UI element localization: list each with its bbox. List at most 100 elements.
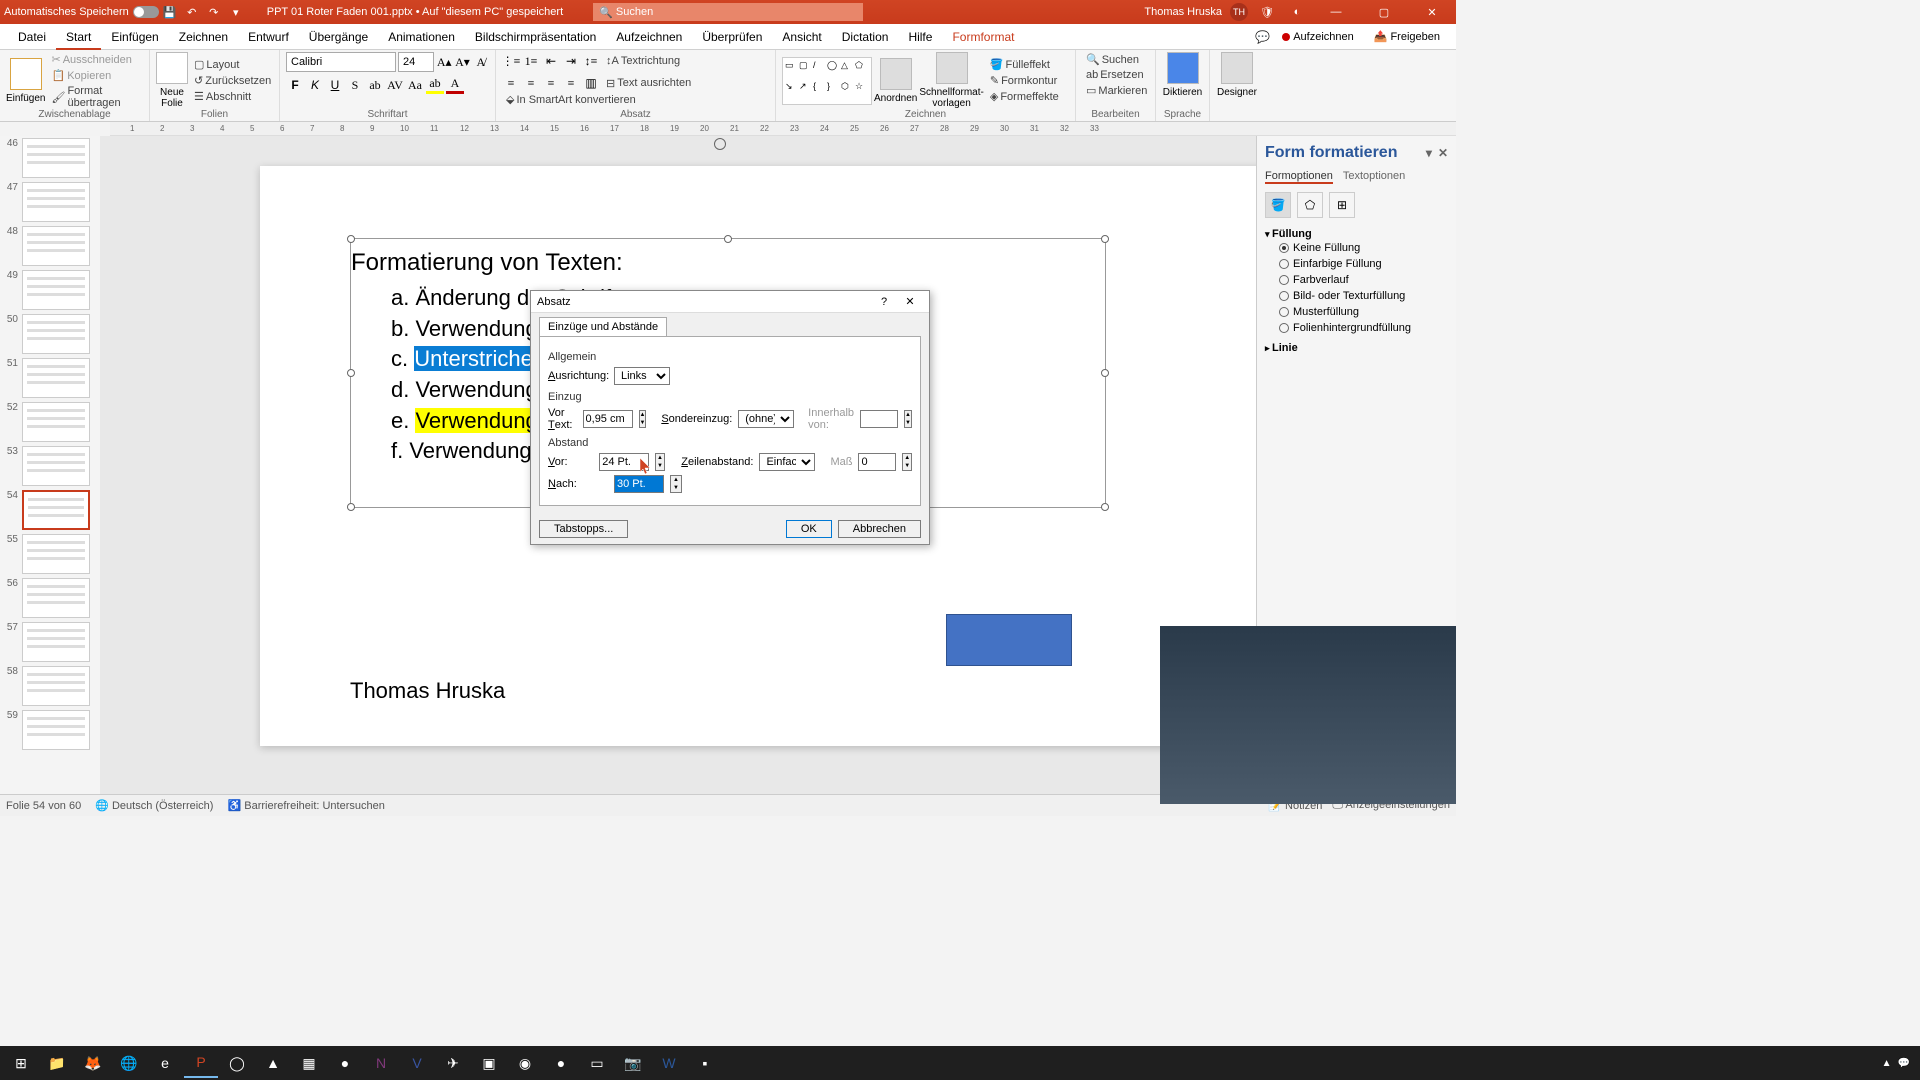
app-icon[interactable]: ◯ — [220, 1048, 254, 1078]
effects-icon[interactable]: ⬠ — [1297, 192, 1323, 218]
fill-section-header[interactable]: Füllung — [1265, 228, 1448, 240]
redo-icon[interactable]: ↷ — [206, 4, 222, 20]
app-icon[interactable]: ▣ — [472, 1048, 506, 1078]
find-button[interactable]: 🔍 Suchen — [1082, 52, 1149, 67]
rotate-handle[interactable] — [714, 138, 726, 150]
cancel-button[interactable]: Abbrechen — [838, 520, 921, 538]
resize-handle[interactable] — [347, 235, 355, 243]
alignment-combo[interactable]: Links — [614, 367, 670, 385]
fill-option-radio[interactable]: Musterfüllung — [1265, 304, 1448, 320]
telegram-icon[interactable]: ✈ — [436, 1048, 470, 1078]
reset-button[interactable]: ↺ Zurücksetzen — [190, 73, 275, 88]
slide-thumbnail[interactable]: 56 — [2, 578, 98, 618]
fill-button[interactable]: 🪣 Fülleffekt — [986, 57, 1063, 72]
tab-aufzeichnen[interactable]: Aufzeichnen — [606, 24, 692, 50]
resize-handle[interactable] — [1101, 369, 1109, 377]
pane-options-icon[interactable]: ▾ — [1426, 146, 1432, 160]
slide-thumbnail[interactable]: 54 — [2, 490, 98, 530]
qat-more-icon[interactable]: ▾ — [228, 4, 244, 20]
before-text-input[interactable] — [583, 410, 633, 428]
columns-button[interactable]: ▥ — [582, 74, 600, 92]
designer-icon[interactable] — [1221, 52, 1253, 84]
spinner[interactable]: ▲▼ — [670, 475, 682, 493]
minimize-button[interactable]: — — [1316, 0, 1356, 24]
highlight-button[interactable]: ab — [426, 76, 444, 94]
app-icon[interactable]: ▭ — [580, 1048, 614, 1078]
line-section-header[interactable]: Linie — [1265, 342, 1448, 354]
slide-thumbnail[interactable]: 51 — [2, 358, 98, 398]
autosave-switch[interactable] — [133, 6, 159, 18]
undo-icon[interactable]: ↶ — [184, 4, 200, 20]
start-button[interactable]: ⊞ — [4, 1048, 38, 1078]
cut-button[interactable]: ✂ Ausschneiden — [47, 52, 143, 67]
slide-thumbnail[interactable]: 49 — [2, 270, 98, 310]
privacy-icon[interactable]: 🛡 — [1259, 4, 1275, 20]
case-button[interactable]: Aa — [406, 76, 424, 94]
fill-option-radio[interactable]: Bild- oder Texturfüllung — [1265, 288, 1448, 304]
slide-thumbnail[interactable]: 48 — [2, 226, 98, 266]
tab-ueberpruefen[interactable]: Überprüfen — [692, 24, 772, 50]
tab-start[interactable]: Start — [56, 24, 101, 50]
line-spacing-combo[interactable]: Einfach — [759, 453, 815, 471]
app-icon[interactable]: ▲ — [256, 1048, 290, 1078]
tray-icon[interactable]: ▲ — [1882, 1058, 1892, 1069]
search-box[interactable]: 🔍 Suchen — [593, 3, 863, 21]
decrease-font-icon[interactable]: A▾ — [454, 53, 470, 71]
resize-handle[interactable] — [1101, 503, 1109, 511]
tab-bildschirm[interactable]: Bildschirmpräsentation — [465, 24, 606, 50]
slide-thumbnail[interactable]: 52 — [2, 402, 98, 442]
onenote-icon[interactable]: N — [364, 1048, 398, 1078]
resize-handle[interactable] — [724, 235, 732, 243]
after-spacing-input[interactable] — [614, 475, 664, 493]
tab-datei[interactable]: Datei — [8, 24, 56, 50]
slide-thumbnail[interactable]: 55 — [2, 534, 98, 574]
fill-option-radio[interactable]: Keine Füllung — [1265, 240, 1448, 256]
close-button[interactable]: ✕ — [1412, 0, 1452, 24]
new-slide-icon[interactable] — [156, 52, 188, 84]
autosave-toggle[interactable]: Automatisches Speichern — [4, 6, 159, 18]
slide-thumbnail[interactable]: 47 — [2, 182, 98, 222]
app-icon[interactable]: ▦ — [292, 1048, 326, 1078]
word-icon[interactable]: W — [652, 1048, 686, 1078]
fill-option-radio[interactable]: Einfarbige Füllung — [1265, 256, 1448, 272]
blue-rectangle-shape[interactable] — [946, 614, 1072, 666]
system-tray[interactable]: ▲ 💬 — [1882, 1058, 1916, 1069]
firefox-icon[interactable]: 🦊 — [76, 1048, 110, 1078]
app-icon[interactable]: 📷 — [616, 1048, 650, 1078]
fill-line-icon[interactable]: 🪣 — [1265, 192, 1291, 218]
slide-thumbnail[interactable]: 53 — [2, 446, 98, 486]
spacing-button[interactable]: AV — [386, 76, 404, 94]
spinner[interactable]: ▲▼ — [639, 410, 647, 428]
maximize-button[interactable]: ▢ — [1364, 0, 1404, 24]
format-painter-button[interactable]: 🖌 Format übertragen — [47, 84, 143, 110]
shapes-gallery[interactable]: ▭▢/◯△⬠ ↘↗{}⬡☆ — [782, 57, 872, 105]
increase-font-icon[interactable]: A▴ — [436, 53, 452, 71]
shadow-button[interactable]: ab — [366, 76, 384, 94]
tabstops-button[interactable]: Tabstopps... — [539, 520, 628, 538]
app-icon[interactable]: ◉ — [508, 1048, 542, 1078]
smartart-button[interactable]: ⬙ In SmartArt konvertieren — [502, 92, 640, 107]
font-size-combo[interactable] — [398, 52, 434, 72]
slide-thumbnail[interactable]: 58 — [2, 666, 98, 706]
size-props-icon[interactable]: ⊞ — [1329, 192, 1355, 218]
align-text-button[interactable]: ⊟ Text ausrichten — [602, 76, 695, 91]
spinner[interactable]: ▲▼ — [902, 453, 912, 471]
tab-einfuegen[interactable]: Einfügen — [101, 24, 168, 50]
arrange-icon[interactable] — [880, 58, 912, 90]
numbering-button[interactable]: 1≡ — [522, 52, 540, 70]
underline-button[interactable]: U — [326, 76, 344, 94]
effects-button[interactable]: ◈ Formeffekte — [986, 89, 1063, 104]
dialog-help-button[interactable]: ? — [871, 296, 897, 308]
subtab-shape-options[interactable]: Formoptionen — [1265, 170, 1333, 184]
tab-dictation[interactable]: Dictation — [832, 24, 899, 50]
freigeben-button[interactable]: 📤 Freigeben — [1366, 28, 1448, 45]
bullets-button[interactable]: ⋮≡ — [502, 52, 520, 70]
tab-ansicht[interactable]: Ansicht — [772, 24, 831, 50]
comments-icon[interactable]: 💬 — [1255, 30, 1270, 44]
align-left-button[interactable]: ≡ — [502, 74, 520, 92]
powerpoint-icon[interactable]: P — [184, 1048, 218, 1078]
outline-button[interactable]: ✎ Formkontur — [986, 73, 1063, 88]
coming-soon-icon[interactable]: ◐ — [1289, 4, 1305, 20]
tab-zeichnen[interactable]: Zeichnen — [169, 24, 238, 50]
language-status[interactable]: 🌐 Deutsch (Österreich) — [95, 799, 213, 812]
